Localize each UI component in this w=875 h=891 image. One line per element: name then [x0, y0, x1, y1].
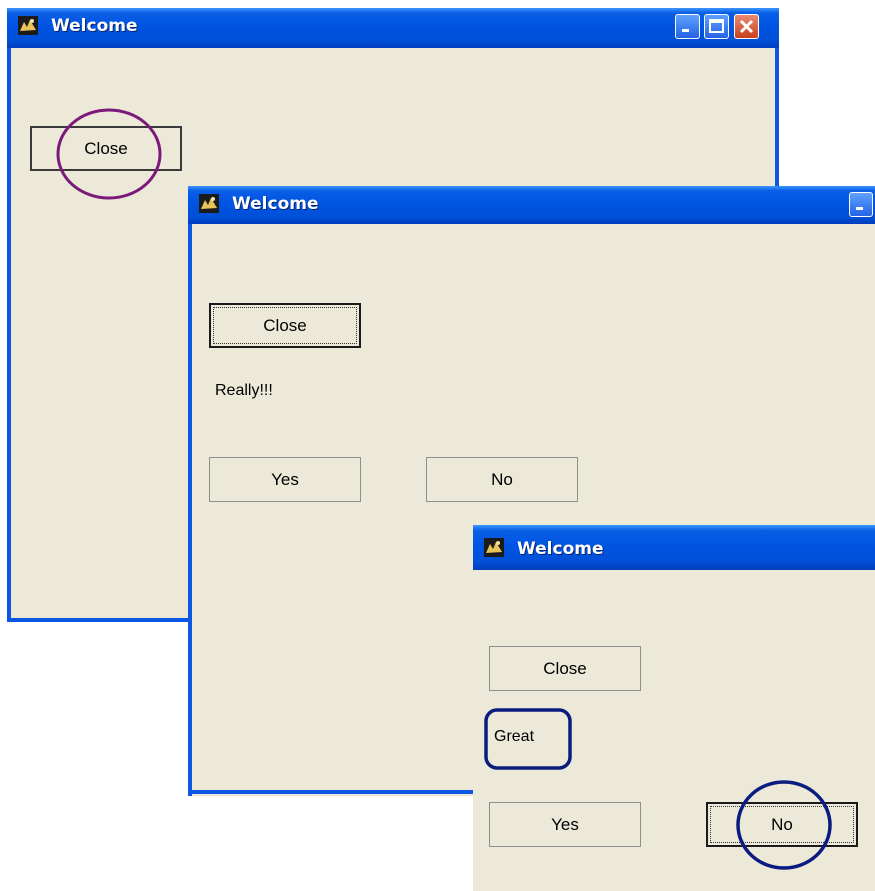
- no-button[interactable]: No: [426, 457, 578, 502]
- maximize-button[interactable]: [704, 14, 729, 39]
- highlight-box-annotation: [484, 708, 572, 770]
- window-frame: [7, 8, 11, 622]
- app-icon: [484, 538, 504, 557]
- window-title: Welcome: [232, 194, 319, 214]
- welcome-window-3: Welcome Close Great Yes No: [473, 525, 875, 891]
- close-window-button[interactable]: [734, 14, 759, 39]
- window-title: Welcome: [517, 539, 604, 559]
- close-button[interactable]: Close: [489, 646, 641, 691]
- title-bar[interactable]: Welcome: [7, 8, 779, 48]
- title-bar[interactable]: Welcome: [473, 525, 875, 570]
- close-icon: [739, 19, 754, 34]
- minimize-button[interactable]: [849, 192, 873, 217]
- highlight-circle-annotation: [56, 108, 162, 200]
- highlight-circle-annotation: [736, 780, 832, 870]
- maximize-icon: [709, 19, 724, 33]
- yes-button[interactable]: Yes: [209, 457, 361, 502]
- yes-button[interactable]: Yes: [489, 802, 641, 847]
- minimize-button[interactable]: [675, 14, 700, 39]
- app-icon: [199, 194, 219, 213]
- minimize-icon: [682, 29, 689, 32]
- message-text: Really!!!: [215, 382, 273, 399]
- minimize-icon: [856, 207, 863, 210]
- app-icon: [18, 16, 38, 35]
- window-frame: [188, 186, 192, 796]
- window-title: Welcome: [51, 16, 138, 36]
- title-bar[interactable]: Welcome: [188, 186, 875, 224]
- close-button[interactable]: Close: [209, 303, 361, 348]
